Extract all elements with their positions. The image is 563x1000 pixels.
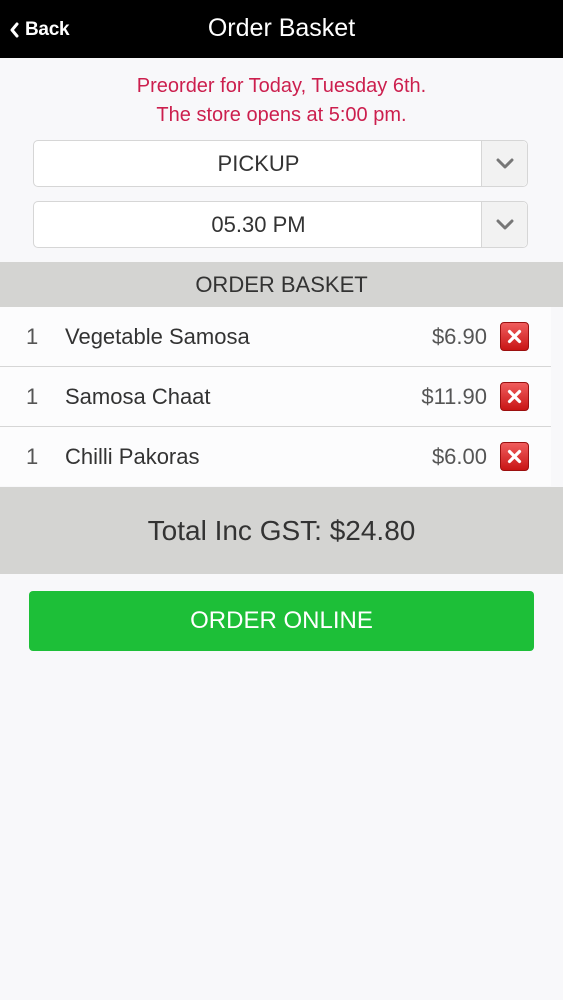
basket-item: 1 Samosa Chaat $11.90 bbox=[0, 367, 551, 427]
close-icon bbox=[507, 389, 522, 404]
order-total: Total Inc GST: $24.80 bbox=[0, 487, 563, 574]
notice-line-2: The store opens at 5:00 pm. bbox=[156, 104, 407, 126]
close-icon bbox=[507, 329, 522, 344]
basket-list: 1 Vegetable Samosa $6.90 1 Samosa Chaat … bbox=[0, 307, 551, 486]
item-price: $11.90 bbox=[421, 384, 487, 409]
item-quantity: 1 bbox=[26, 444, 39, 469]
item-price: $6.00 bbox=[431, 444, 487, 469]
chevron-down-icon bbox=[496, 219, 513, 229]
item-name: Samosa Chaat bbox=[65, 384, 211, 409]
notice-line-1: Preorder for Today, Tuesday 6th. bbox=[136, 75, 427, 97]
basket-item: 1 Vegetable Samosa $6.90 bbox=[0, 307, 551, 367]
pickup-time-dropdown-button[interactable] bbox=[481, 202, 527, 247]
pickup-time-select[interactable]: 05.30 PM bbox=[33, 201, 528, 248]
order-type-select[interactable]: PICKUP bbox=[33, 140, 528, 187]
order-online-button[interactable]: ORDER ONLINE bbox=[29, 591, 534, 651]
chevron-down-icon bbox=[496, 158, 513, 168]
item-quantity: 1 bbox=[26, 384, 39, 409]
close-icon bbox=[507, 449, 522, 464]
remove-item-button[interactable] bbox=[500, 382, 529, 411]
order-type-value: PICKUP bbox=[217, 151, 300, 176]
pickup-time-value: 05.30 PM bbox=[211, 212, 306, 237]
basket-heading: ORDER BASKET bbox=[0, 262, 563, 307]
item-price: $6.90 bbox=[431, 324, 487, 349]
item-quantity: 1 bbox=[26, 324, 39, 349]
basket-item: 1 Chilli Pakoras $6.00 bbox=[0, 427, 551, 486]
item-name: Chilli Pakoras bbox=[65, 444, 200, 469]
nav-bar: Back Order Basket bbox=[0, 0, 563, 58]
order-type-dropdown-button[interactable] bbox=[481, 141, 527, 186]
remove-item-button[interactable] bbox=[500, 322, 529, 351]
preorder-notice: Preorder for Today, Tuesday 6th. The sto… bbox=[0, 72, 563, 130]
page-title: Order Basket bbox=[207, 14, 356, 42]
remove-item-button[interactable] bbox=[500, 442, 529, 471]
item-name: Vegetable Samosa bbox=[65, 324, 250, 349]
